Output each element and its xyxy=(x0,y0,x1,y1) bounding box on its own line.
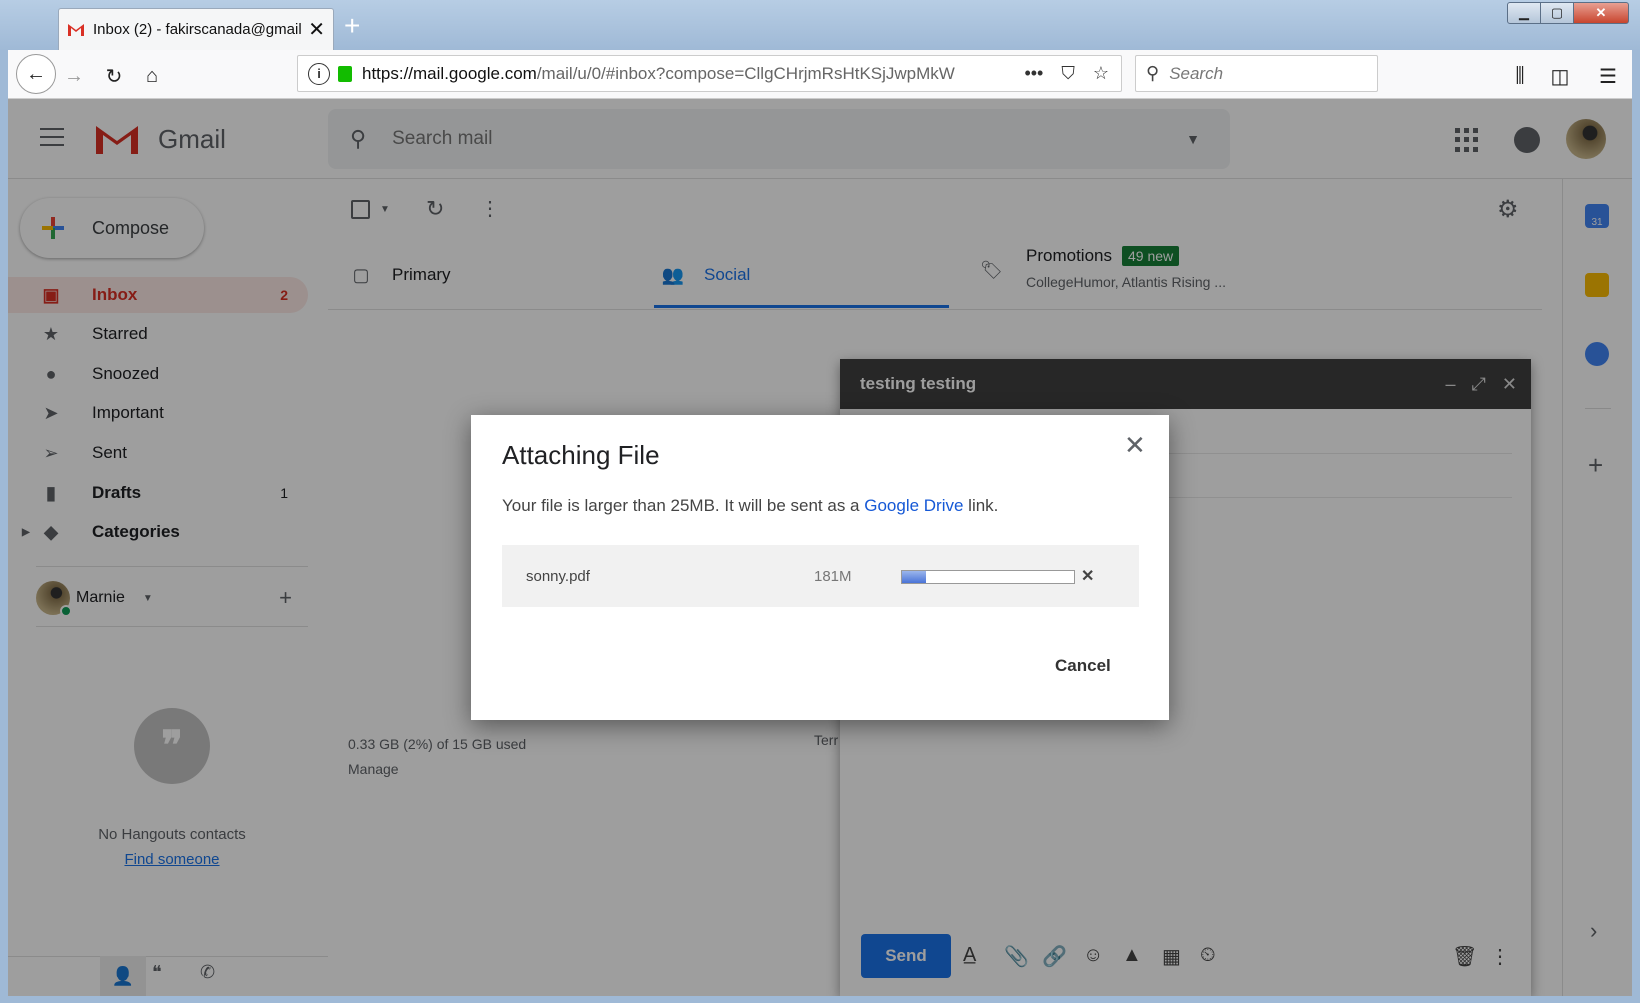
upload-progress-fill xyxy=(902,571,926,583)
dialog-title: Attaching File xyxy=(502,440,660,470)
new-tab-button[interactable]: + xyxy=(344,10,360,42)
upload-progress-bar xyxy=(901,570,1075,584)
window-close-button[interactable]: ✕ xyxy=(1573,2,1629,24)
google-drive-link[interactable]: Google Drive xyxy=(864,496,963,515)
browser-search-input[interactable]: ⚲ Search xyxy=(1135,55,1378,92)
browser-tab-gmail[interactable]: Inbox (2) - fakirscanada@gmail ✕ xyxy=(58,8,334,50)
gmail-favicon xyxy=(67,23,85,37)
window-frame xyxy=(1632,50,1640,1003)
library-icon[interactable]: ⫼ xyxy=(1504,60,1536,92)
file-name: sonny.pdf xyxy=(526,568,590,585)
window-frame xyxy=(0,996,1640,1003)
url-bar[interactable]: i https://mail.google.com/mail/u/0/#inbo… xyxy=(297,55,1122,92)
pocket-icon[interactable]: ⛉ xyxy=(1061,63,1075,84)
close-tab-icon[interactable]: ✕ xyxy=(308,17,325,42)
back-arrow-icon[interactable]: ← xyxy=(16,54,56,94)
url-text: https://mail.google.com/mail/u/0/#inbox?… xyxy=(362,63,955,83)
dialog-message: Your file is larger than 25MB. It will b… xyxy=(502,496,999,515)
lock-icon[interactable] xyxy=(338,65,352,82)
window-minimize-button[interactable]: ▁ xyxy=(1507,2,1541,24)
sidebar-icon[interactable]: ◫ xyxy=(1544,60,1576,92)
file-size: 181M xyxy=(814,568,852,585)
reload-icon[interactable]: ↻ xyxy=(98,60,130,92)
info-icon[interactable]: i xyxy=(308,62,330,85)
close-icon[interactable]: ✕ xyxy=(1124,430,1146,461)
bookmark-star-icon[interactable]: ☆ xyxy=(1093,63,1109,84)
forward-arrow-icon[interactable]: → xyxy=(58,60,90,92)
page-actions-icon[interactable]: ••• xyxy=(1024,63,1043,84)
tab-title: Inbox (2) - fakirscanada@gmail xyxy=(93,21,302,38)
search-icon: ⚲ xyxy=(1146,63,1160,83)
cancel-upload-icon[interactable]: ✕ xyxy=(1081,566,1094,586)
menu-icon[interactable]: ☰ xyxy=(1592,60,1624,92)
cancel-button[interactable]: Cancel xyxy=(1055,656,1111,676)
window-maximize-button[interactable]: ▢ xyxy=(1540,2,1574,24)
window-frame xyxy=(0,50,8,1003)
home-icon[interactable]: ⌂ xyxy=(136,60,168,92)
